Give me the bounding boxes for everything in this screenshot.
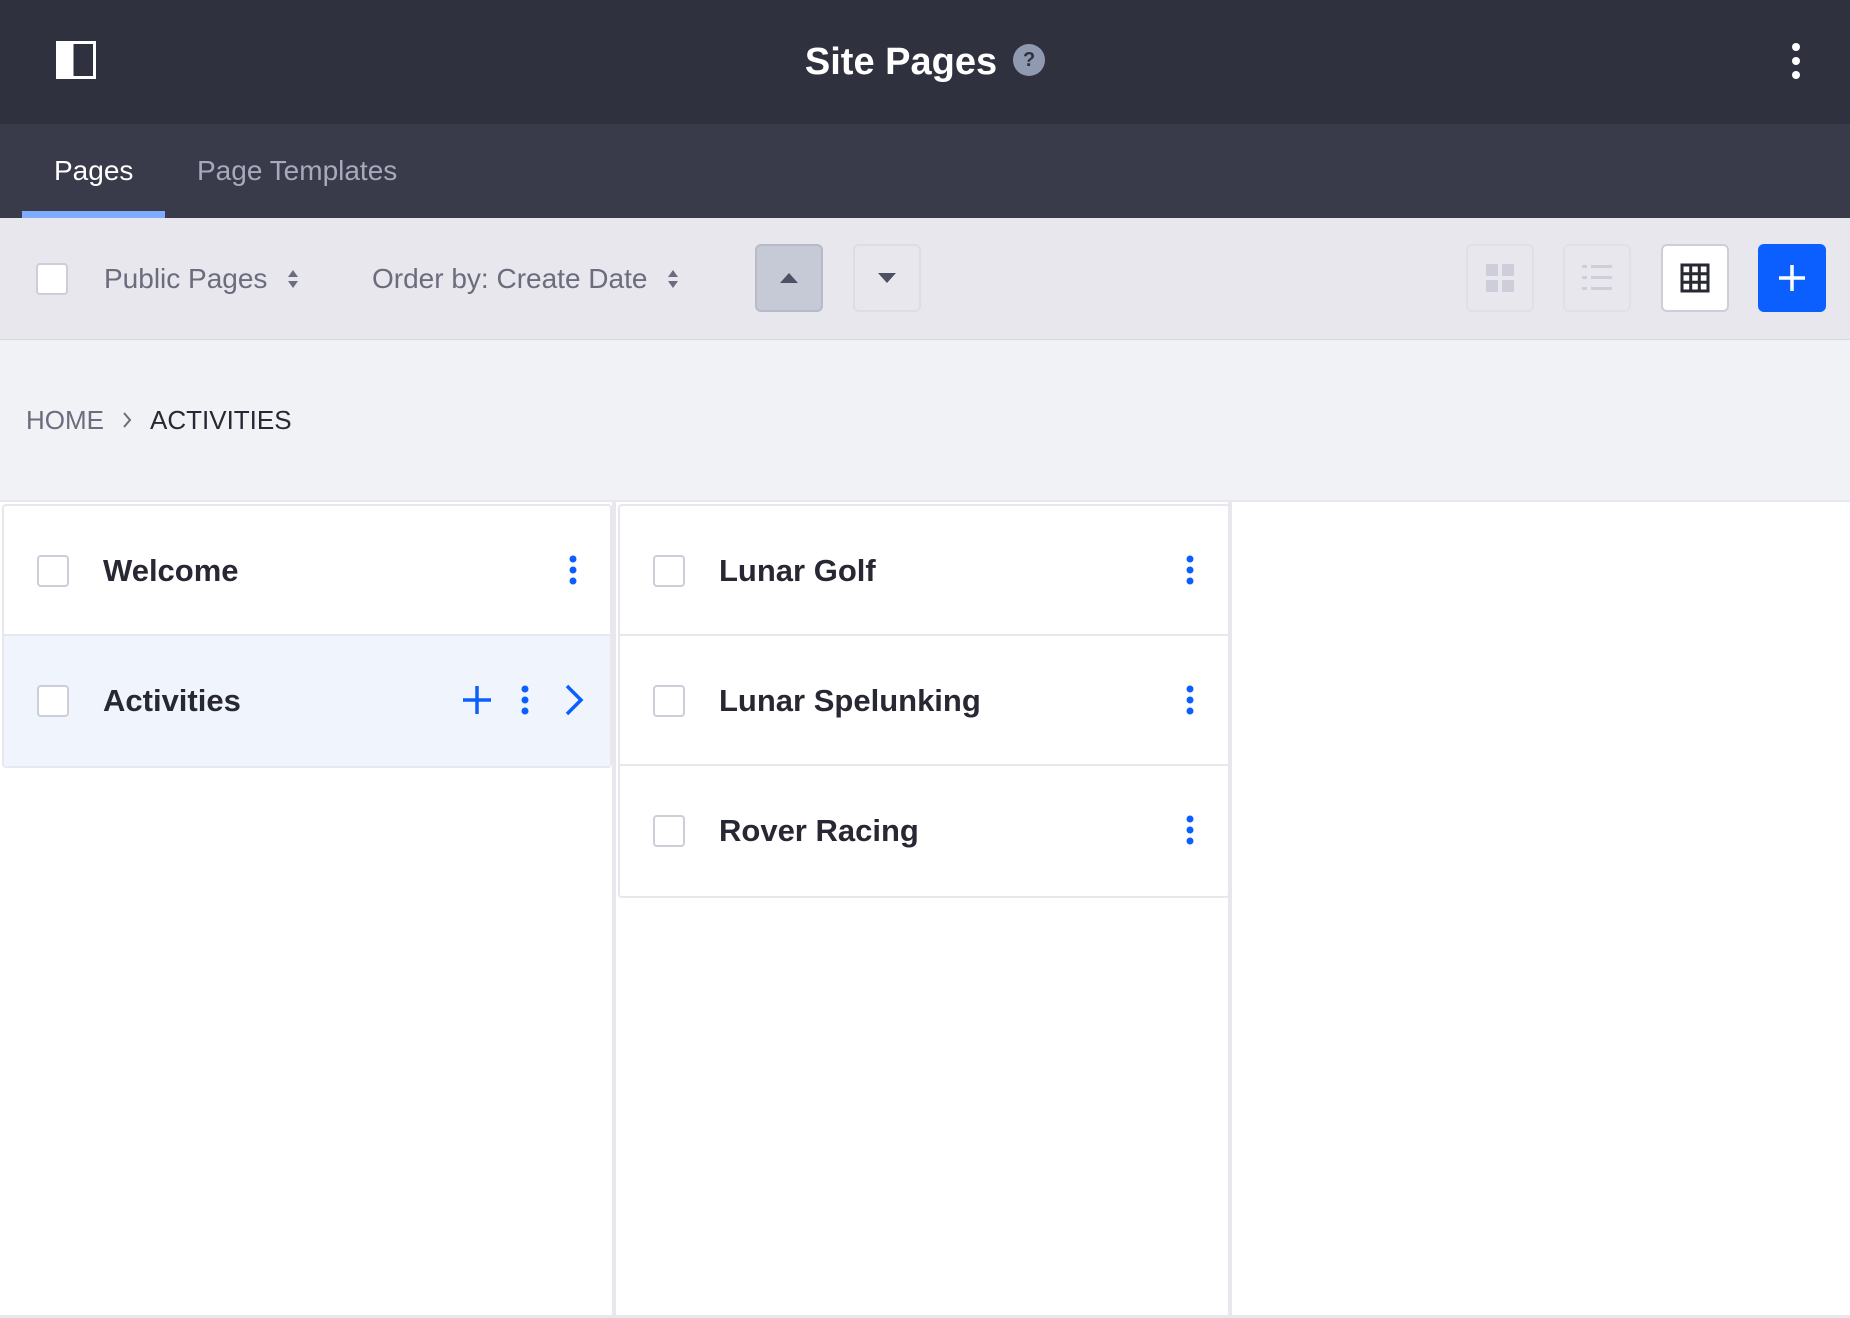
breadcrumb-current: ACTIVITIES xyxy=(150,404,292,435)
sort-descending-button[interactable] xyxy=(853,244,921,312)
select-arrows-icon xyxy=(667,269,679,289)
page-list: Welcome Activities xyxy=(2,504,612,768)
plus-icon xyxy=(1779,265,1805,291)
tab-pages[interactable]: Pages xyxy=(54,124,133,218)
angle-right-icon xyxy=(123,412,132,428)
angle-right-icon[interactable] xyxy=(562,683,586,717)
page-list: Lunar Golf Lunar Spelunking Rover Racing xyxy=(618,504,1230,898)
list-item[interactable]: Activities xyxy=(4,636,610,766)
navigation-tabs: Pages Page Templates xyxy=(0,124,1850,218)
select-all-checkbox[interactable] xyxy=(36,263,68,295)
list-item[interactable]: Lunar Spelunking xyxy=(620,636,1228,766)
app-header: Site Pages ? xyxy=(0,0,1850,124)
cards-icon xyxy=(1486,264,1514,292)
page-type-select[interactable]: Public Pages xyxy=(104,218,299,340)
order-by-label: Order by: Create Date xyxy=(372,263,648,294)
list-item[interactable]: Rover Racing xyxy=(620,766,1228,896)
item-label: Activities xyxy=(103,683,241,718)
caret-bottom-icon xyxy=(878,273,896,283)
miller-columns: Welcome Activities Lunar Golf Lunar Spel… xyxy=(0,500,1850,1318)
vertical-ellipsis-icon[interactable] xyxy=(1180,812,1200,848)
sort-ascending-button[interactable] xyxy=(755,244,823,312)
breadcrumb: HOME ACTIVITIES xyxy=(26,340,292,500)
vertical-ellipsis-icon[interactable] xyxy=(1180,682,1200,718)
add-page-button[interactable] xyxy=(1758,244,1826,312)
table-grid-icon xyxy=(1680,263,1710,293)
page-type-label: Public Pages xyxy=(104,263,268,294)
item-label: Lunar Golf xyxy=(719,553,876,588)
item-checkbox[interactable] xyxy=(37,685,69,717)
item-checkbox[interactable] xyxy=(653,815,685,847)
list-icon xyxy=(1582,265,1612,290)
caret-top-icon xyxy=(780,273,798,283)
select-arrows-icon xyxy=(287,269,299,289)
vertical-ellipsis-icon[interactable] xyxy=(1180,552,1200,588)
breadcrumb-area: HOME ACTIVITIES xyxy=(0,340,1850,500)
list-item[interactable]: Lunar Golf xyxy=(620,506,1228,636)
item-label: Lunar Spelunking xyxy=(719,683,981,718)
vertical-ellipsis-icon[interactable] xyxy=(515,682,535,718)
view-list-button[interactable] xyxy=(1563,244,1631,312)
item-label: Welcome xyxy=(103,553,239,588)
plus-icon[interactable] xyxy=(460,683,494,717)
options-menu-icon[interactable] xyxy=(1786,42,1806,80)
active-tab-indicator xyxy=(22,211,165,218)
vertical-ellipsis-icon[interactable] xyxy=(563,552,583,588)
question-circle-icon[interactable]: ? xyxy=(1013,44,1046,76)
tab-page-templates[interactable]: Page Templates xyxy=(197,124,397,218)
item-checkbox[interactable] xyxy=(653,555,685,587)
item-checkbox[interactable] xyxy=(37,555,69,587)
view-cards-button[interactable] xyxy=(1466,244,1534,312)
item-checkbox[interactable] xyxy=(653,685,685,717)
page-title: Site Pages xyxy=(804,40,998,83)
breadcrumb-home[interactable]: HOME xyxy=(26,405,104,436)
list-item[interactable]: Welcome xyxy=(4,506,610,636)
view-table-button[interactable] xyxy=(1661,244,1729,312)
pages-column-3 xyxy=(1232,502,1850,1317)
management-toolbar: Public Pages Order by: Create Date xyxy=(0,218,1850,340)
pages-column-2: Lunar Golf Lunar Spelunking Rover Racing xyxy=(616,502,1232,1317)
item-label: Rover Racing xyxy=(719,813,919,848)
pages-column-1: Welcome Activities xyxy=(0,502,616,1317)
order-by-select[interactable]: Order by: Create Date xyxy=(372,218,679,340)
